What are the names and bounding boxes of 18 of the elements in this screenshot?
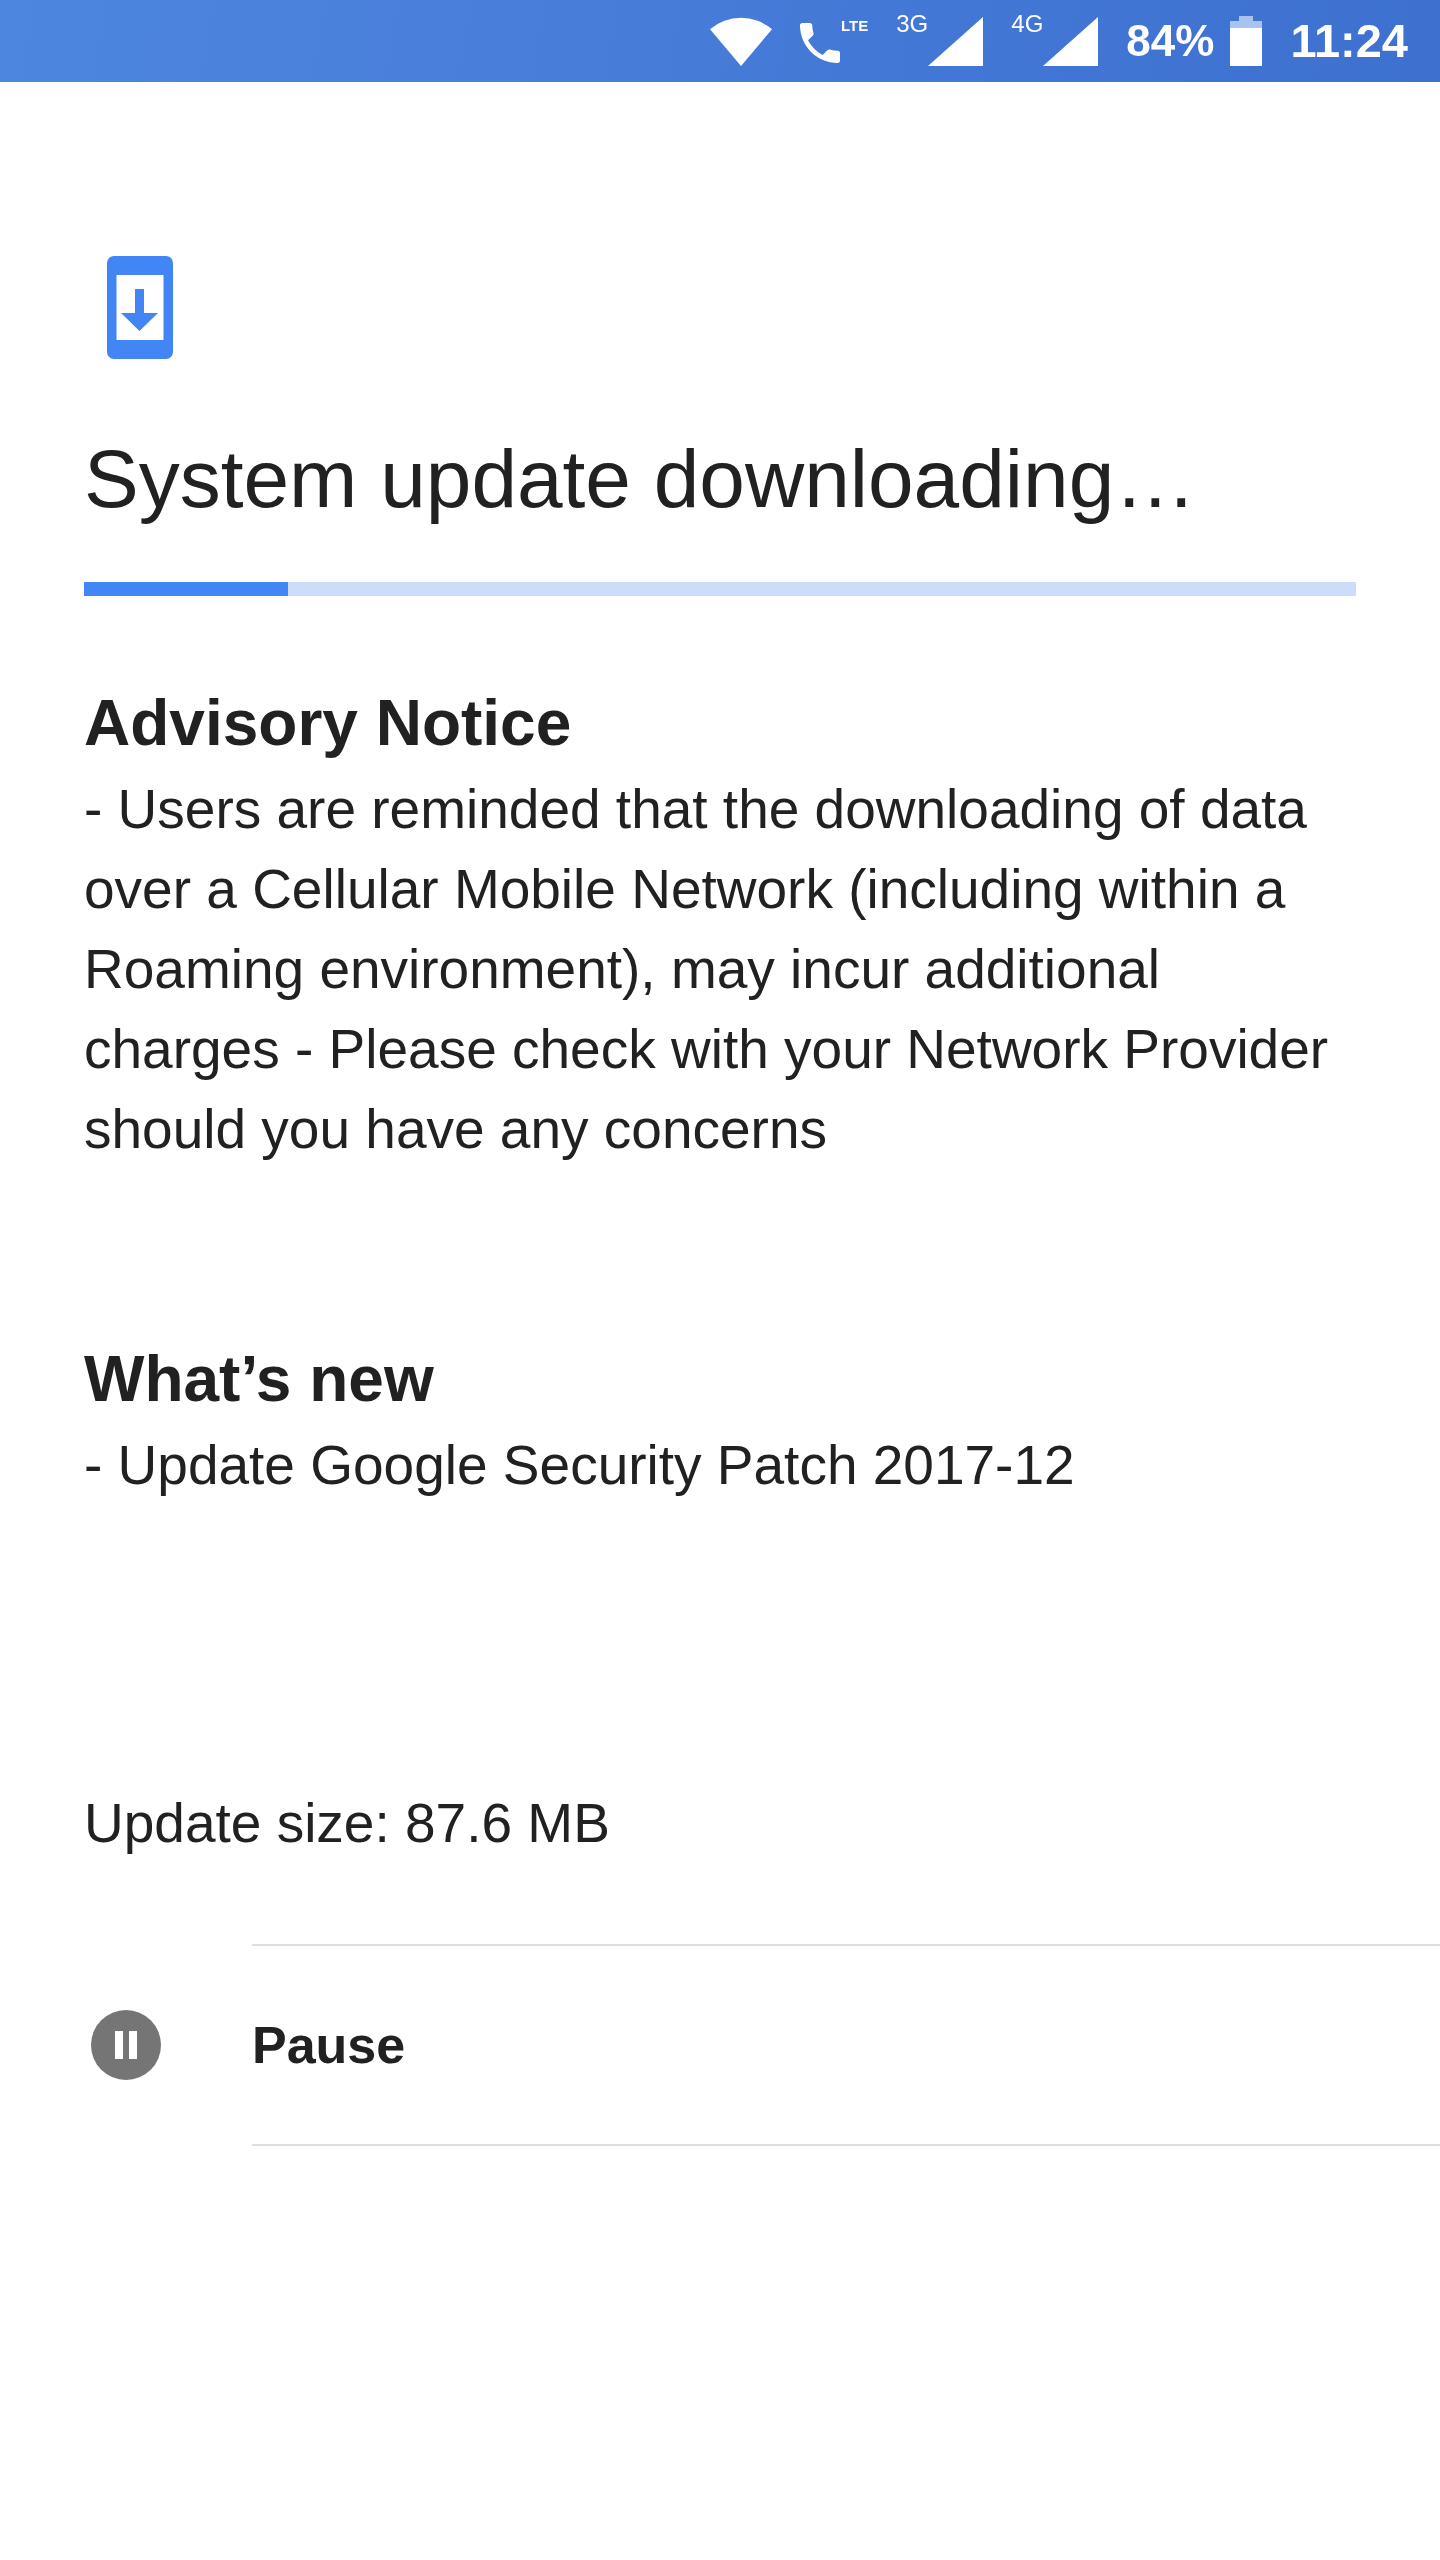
section-text: - Update Google Security Patch 2017-12: [84, 1433, 1076, 1498]
page-title: System update downloading…: [84, 432, 1198, 526]
section-text: - Users are reminded that the downloading of data over a Cellular Mobile Network (including within a Roaming environment), may incur additional charges - Please check with your Network Provider should you have any concerns: [84, 777, 1330, 1162]
signal-type-label: 4G: [1011, 12, 1044, 35]
network-type-label: LTE: [841, 16, 869, 34]
update-size-text: Update size: 87.6 MB: [84, 1791, 611, 1856]
pause-button[interactable]: Pause: [91, 2010, 406, 2080]
section-heading: What’s new: [84, 1342, 435, 1417]
pause-icon: [91, 2010, 161, 2080]
battery-icon: [1230, 16, 1263, 66]
signal-icon: [928, 16, 984, 66]
section-heading: Advisory Notice: [84, 686, 573, 761]
wifi-icon: [710, 16, 773, 66]
signal-type-label: 3G: [896, 12, 929, 35]
clock-time: 11:24: [1290, 16, 1408, 66]
battery-percentage: 84%: [1126, 16, 1215, 66]
phone-download-icon: [107, 256, 173, 359]
signal-icon: [1043, 16, 1099, 66]
